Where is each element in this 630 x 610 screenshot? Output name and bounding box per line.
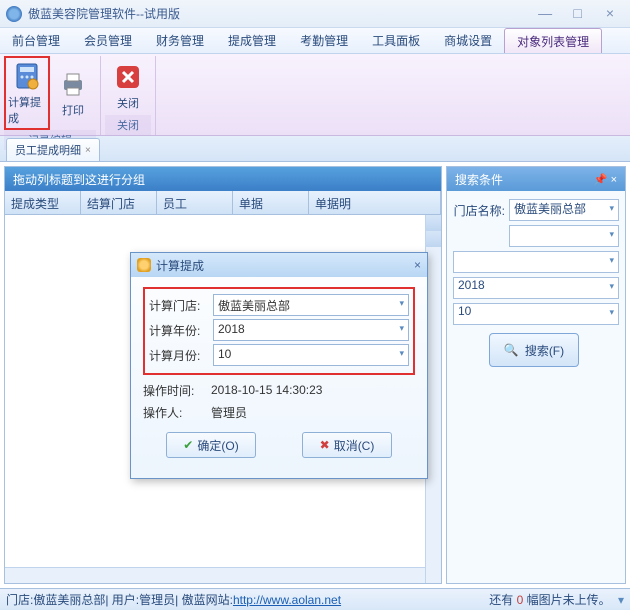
horizontal-scrollbar[interactable] xyxy=(5,567,425,583)
ok-button-label: 确定(O) xyxy=(197,437,238,454)
optime-value: 2018-10-15 14:30:23 xyxy=(207,381,415,399)
titlebar: 傲蓝美容院管理软件--试用版 — □ × xyxy=(0,0,630,28)
menu-mall[interactable]: 商城设置 xyxy=(432,28,504,53)
search-button[interactable]: 🔍 搜索(F) xyxy=(489,333,579,367)
status-user-prefix: | 用户: xyxy=(105,591,139,608)
status-url-link[interactable]: http://www.aolan.net xyxy=(233,593,341,607)
calc-store-label: 计算门店: xyxy=(149,297,213,314)
print-button[interactable]: 打印 xyxy=(50,56,96,130)
tab-close-icon[interactable]: × xyxy=(85,145,91,156)
check-icon: ✔ xyxy=(183,438,193,452)
close-icon xyxy=(112,61,144,93)
document-tabs: 员工提成明细 × xyxy=(0,136,630,162)
operator-label: 操作人: xyxy=(143,404,207,421)
statusbar: 门店: 傲蓝美丽总部 | 用户: 管理员 | 傲蓝网站: http://www.… xyxy=(0,588,630,610)
status-site-prefix: | 傲蓝网站: xyxy=(175,591,233,608)
ribbon-group-close-label: 关闭 xyxy=(105,115,151,135)
close-button[interactable]: 关闭 xyxy=(105,56,151,115)
menu-front-desk[interactable]: 前台管理 xyxy=(0,28,72,53)
search-panel: 搜索条件 📌 × 门店名称: 傲蓝美丽总部 2018 10 🔍 xyxy=(446,166,626,584)
grid-header: 提成类型 结算门店 员工 单据 单据明 xyxy=(5,191,441,215)
status-store: 傲蓝美丽总部 xyxy=(33,591,105,608)
store-name-label: 门店名称: xyxy=(453,202,509,219)
dialog-titlebar[interactable]: 计算提成 × xyxy=(131,253,427,277)
close-label: 关闭 xyxy=(117,95,139,111)
menu-attendance[interactable]: 考勤管理 xyxy=(288,28,360,53)
app-logo-icon xyxy=(6,6,22,22)
dialog-title-text: 计算提成 xyxy=(156,257,204,274)
col-employee[interactable]: 员工 xyxy=(157,191,233,214)
close-window-button[interactable]: × xyxy=(596,5,624,21)
status-right-prefix: 还有 xyxy=(489,593,516,607)
printer-icon xyxy=(57,68,89,100)
blank-combo-2[interactable] xyxy=(453,251,619,273)
calc-commission-dialog: 计算提成 × 计算门店: 傲蓝美丽总部 计算年份: 2018 计算月份: 10 … xyxy=(130,252,428,479)
status-user: 管理员 xyxy=(139,591,175,608)
dialog-highlighted-fields: 计算门店: 傲蓝美丽总部 计算年份: 2018 计算月份: 10 xyxy=(143,287,415,375)
store-name-combo[interactable]: 傲蓝美丽总部 xyxy=(509,199,619,221)
menu-member[interactable]: 会员管理 xyxy=(72,28,144,53)
cancel-button[interactable]: ✖ 取消(C) xyxy=(302,432,392,458)
pin-icon[interactable]: 📌 × xyxy=(594,173,617,186)
menubar: 前台管理 会员管理 财务管理 提成管理 考勤管理 工具面板 商城设置 对象列表管… xyxy=(0,28,630,54)
search-panel-header: 搜索条件 📌 × xyxy=(447,167,625,191)
search-button-label: 搜索(F) xyxy=(525,342,564,359)
group-by-bar[interactable]: 拖动列标题到这进行分组 xyxy=(5,167,441,191)
tab-label: 员工提成明细 xyxy=(15,142,81,158)
ribbon-group-edit: 计算提成 打印 记录编辑 xyxy=(0,56,101,135)
ribbon: 计算提成 打印 记录编辑 关闭 关闭 xyxy=(0,54,630,136)
year-combo[interactable]: 2018 xyxy=(453,277,619,299)
maximize-button[interactable]: □ xyxy=(564,5,592,21)
window-title: 傲蓝美容院管理软件--试用版 xyxy=(28,5,531,22)
calculator-icon xyxy=(11,60,43,92)
dialog-icon xyxy=(137,258,151,272)
blank-combo-1[interactable] xyxy=(509,225,619,247)
print-label: 打印 xyxy=(62,102,84,118)
calc-commission-button[interactable]: 计算提成 xyxy=(4,56,50,130)
cancel-button-label: 取消(C) xyxy=(334,437,375,454)
col-settle-store[interactable]: 结算门店 xyxy=(81,191,157,214)
menu-finance[interactable]: 财务管理 xyxy=(144,28,216,53)
calc-month-label: 计算月份: xyxy=(149,347,213,364)
optime-label: 操作时间: xyxy=(143,382,207,399)
col-commission-type[interactable]: 提成类型 xyxy=(5,191,81,214)
col-bill-detail[interactable]: 单据明 xyxy=(309,191,441,214)
status-right-suffix: 幅图片未上传。 xyxy=(527,593,611,607)
calc-month-combo[interactable]: 10 xyxy=(213,344,409,366)
minimize-button[interactable]: — xyxy=(531,5,559,21)
menu-tools[interactable]: 工具面板 xyxy=(360,28,432,53)
menu-object-list[interactable]: 对象列表管理 xyxy=(504,28,602,53)
magnifier-icon: 🔍 xyxy=(504,343,519,357)
status-store-prefix: 门店: xyxy=(6,591,33,608)
cancel-icon: ✖ xyxy=(320,438,330,452)
calc-store-combo[interactable]: 傲蓝美丽总部 xyxy=(213,294,409,316)
ok-button[interactable]: ✔ 确定(O) xyxy=(166,432,256,458)
calc-year-label: 计算年份: xyxy=(149,322,213,339)
month-combo[interactable]: 10 xyxy=(453,303,619,325)
ribbon-group-close: 关闭 关闭 xyxy=(101,56,156,135)
status-upload-count: 0 xyxy=(517,593,524,607)
menu-commission[interactable]: 提成管理 xyxy=(216,28,288,53)
chevron-down-icon[interactable]: ▾ xyxy=(618,593,624,607)
search-panel-title: 搜索条件 xyxy=(455,171,503,188)
calc-year-combo[interactable]: 2018 xyxy=(213,319,409,341)
calc-commission-label: 计算提成 xyxy=(8,94,46,126)
operator-value: 管理员 xyxy=(207,402,415,423)
dialog-close-icon[interactable]: × xyxy=(414,258,421,272)
col-bill[interactable]: 单据 xyxy=(233,191,309,214)
tab-commission-detail[interactable]: 员工提成明细 × xyxy=(6,138,100,161)
